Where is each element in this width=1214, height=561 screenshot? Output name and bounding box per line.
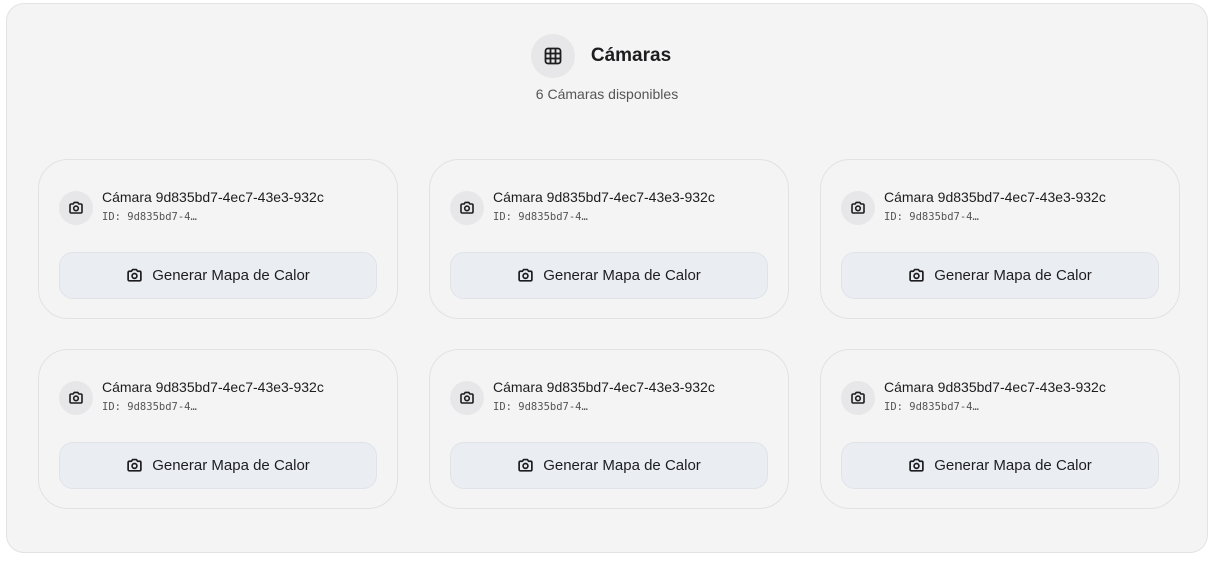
camera-info: Cámara 9d835bd7-4ec7-43e3-932c ID: 9d835… <box>841 188 1148 225</box>
camera-icon <box>459 200 475 216</box>
camera-text: Cámara 9d835bd7-4ec7-43e3-932c ID: 9d835… <box>102 188 366 223</box>
camera-id: ID: 9d835bd7-4… <box>493 401 588 413</box>
camera-info: Cámara 9d835bd7-4ec7-43e3-932c ID: 9d835… <box>841 378 1148 415</box>
camera-card: Cámara 9d835bd7-4ec7-43e3-932c ID: 9d835… <box>820 349 1180 509</box>
camera-card: Cámara 9d835bd7-4ec7-43e3-932c ID: 9d835… <box>820 159 1180 319</box>
generate-heatmap-button[interactable]: Generar Mapa de Calor <box>841 442 1159 489</box>
camera-avatar <box>450 381 484 415</box>
grid-icon <box>544 47 562 65</box>
camera-text: Cámara 9d835bd7-4ec7-43e3-932c ID: 9d835… <box>102 378 366 413</box>
camera-icon <box>126 267 143 284</box>
camera-info: Cámara 9d835bd7-4ec7-43e3-932c ID: 9d835… <box>450 378 757 415</box>
camera-text: Cámara 9d835bd7-4ec7-43e3-932c ID: 9d835… <box>884 188 1148 223</box>
camera-text: Cámara 9d835bd7-4ec7-43e3-932c ID: 9d835… <box>493 188 757 223</box>
camera-id: ID: 9d835bd7-4… <box>493 211 588 223</box>
camera-avatar <box>841 381 875 415</box>
cameras-panel: Cámaras 6 Cámaras disponibles Cámara 9d8… <box>6 3 1208 553</box>
header-title-row: Cámaras <box>0 34 1207 78</box>
camera-card: Cámara 9d835bd7-4ec7-43e3-932c ID: 9d835… <box>38 159 398 319</box>
camera-count: 6 Cámaras disponibles <box>535 86 679 102</box>
camera-name: Cámara 9d835bd7-4ec7-43e3-932c <box>884 189 1106 205</box>
camera-info: Cámara 9d835bd7-4ec7-43e3-932c ID: 9d835… <box>59 188 366 225</box>
camera-icon <box>459 390 475 406</box>
panel-header: Cámaras 6 Cámaras disponibles <box>7 34 1207 102</box>
generate-heatmap-button[interactable]: Generar Mapa de Calor <box>59 252 377 299</box>
camera-name: Cámara 9d835bd7-4ec7-43e3-932c <box>102 379 324 395</box>
generate-heatmap-label: Generar Mapa de Calor <box>543 267 701 284</box>
camera-text: Cámara 9d835bd7-4ec7-43e3-932c ID: 9d835… <box>884 378 1148 413</box>
camera-avatar <box>841 191 875 225</box>
camera-icon <box>68 200 84 216</box>
generate-heatmap-label: Generar Mapa de Calor <box>152 267 310 284</box>
camera-info: Cámara 9d835bd7-4ec7-43e3-932c ID: 9d835… <box>450 188 757 225</box>
camera-icon <box>517 267 534 284</box>
camera-icon <box>517 457 534 474</box>
camera-icon <box>908 267 925 284</box>
generate-heatmap-label: Generar Mapa de Calor <box>543 457 701 474</box>
camera-card: Cámara 9d835bd7-4ec7-43e3-932c ID: 9d835… <box>38 349 398 509</box>
camera-text: Cámara 9d835bd7-4ec7-43e3-932c ID: 9d835… <box>493 378 757 413</box>
camera-icon <box>908 457 925 474</box>
camera-avatar <box>450 191 484 225</box>
generate-heatmap-label: Generar Mapa de Calor <box>934 267 1092 284</box>
generate-heatmap-label: Generar Mapa de Calor <box>152 457 310 474</box>
camera-name: Cámara 9d835bd7-4ec7-43e3-932c <box>102 189 324 205</box>
camera-grid: Cámara 9d835bd7-4ec7-43e3-932c ID: 9d835… <box>38 159 1180 509</box>
header-icon-badge <box>530 34 575 78</box>
generate-heatmap-button[interactable]: Generar Mapa de Calor <box>450 252 768 299</box>
camera-icon <box>126 457 143 474</box>
camera-icon <box>850 390 866 406</box>
camera-avatar <box>59 191 93 225</box>
camera-id: ID: 9d835bd7-4… <box>102 211 197 223</box>
camera-card: Cámara 9d835bd7-4ec7-43e3-932c ID: 9d835… <box>429 159 789 319</box>
camera-avatar <box>59 381 93 415</box>
generate-heatmap-button[interactable]: Generar Mapa de Calor <box>59 442 377 489</box>
generate-heatmap-button[interactable]: Generar Mapa de Calor <box>841 252 1159 299</box>
camera-icon <box>850 200 866 216</box>
camera-id: ID: 9d835bd7-4… <box>884 401 979 413</box>
camera-card: Cámara 9d835bd7-4ec7-43e3-932c ID: 9d835… <box>429 349 789 509</box>
page-title: Cámaras <box>590 45 672 66</box>
generate-heatmap-label: Generar Mapa de Calor <box>934 457 1092 474</box>
camera-id: ID: 9d835bd7-4… <box>884 211 979 223</box>
camera-icon <box>68 390 84 406</box>
camera-info: Cámara 9d835bd7-4ec7-43e3-932c ID: 9d835… <box>59 378 366 415</box>
camera-name: Cámara 9d835bd7-4ec7-43e3-932c <box>493 189 715 205</box>
generate-heatmap-button[interactable]: Generar Mapa de Calor <box>450 442 768 489</box>
camera-name: Cámara 9d835bd7-4ec7-43e3-932c <box>493 379 715 395</box>
camera-id: ID: 9d835bd7-4… <box>102 401 197 413</box>
camera-name: Cámara 9d835bd7-4ec7-43e3-932c <box>884 379 1106 395</box>
